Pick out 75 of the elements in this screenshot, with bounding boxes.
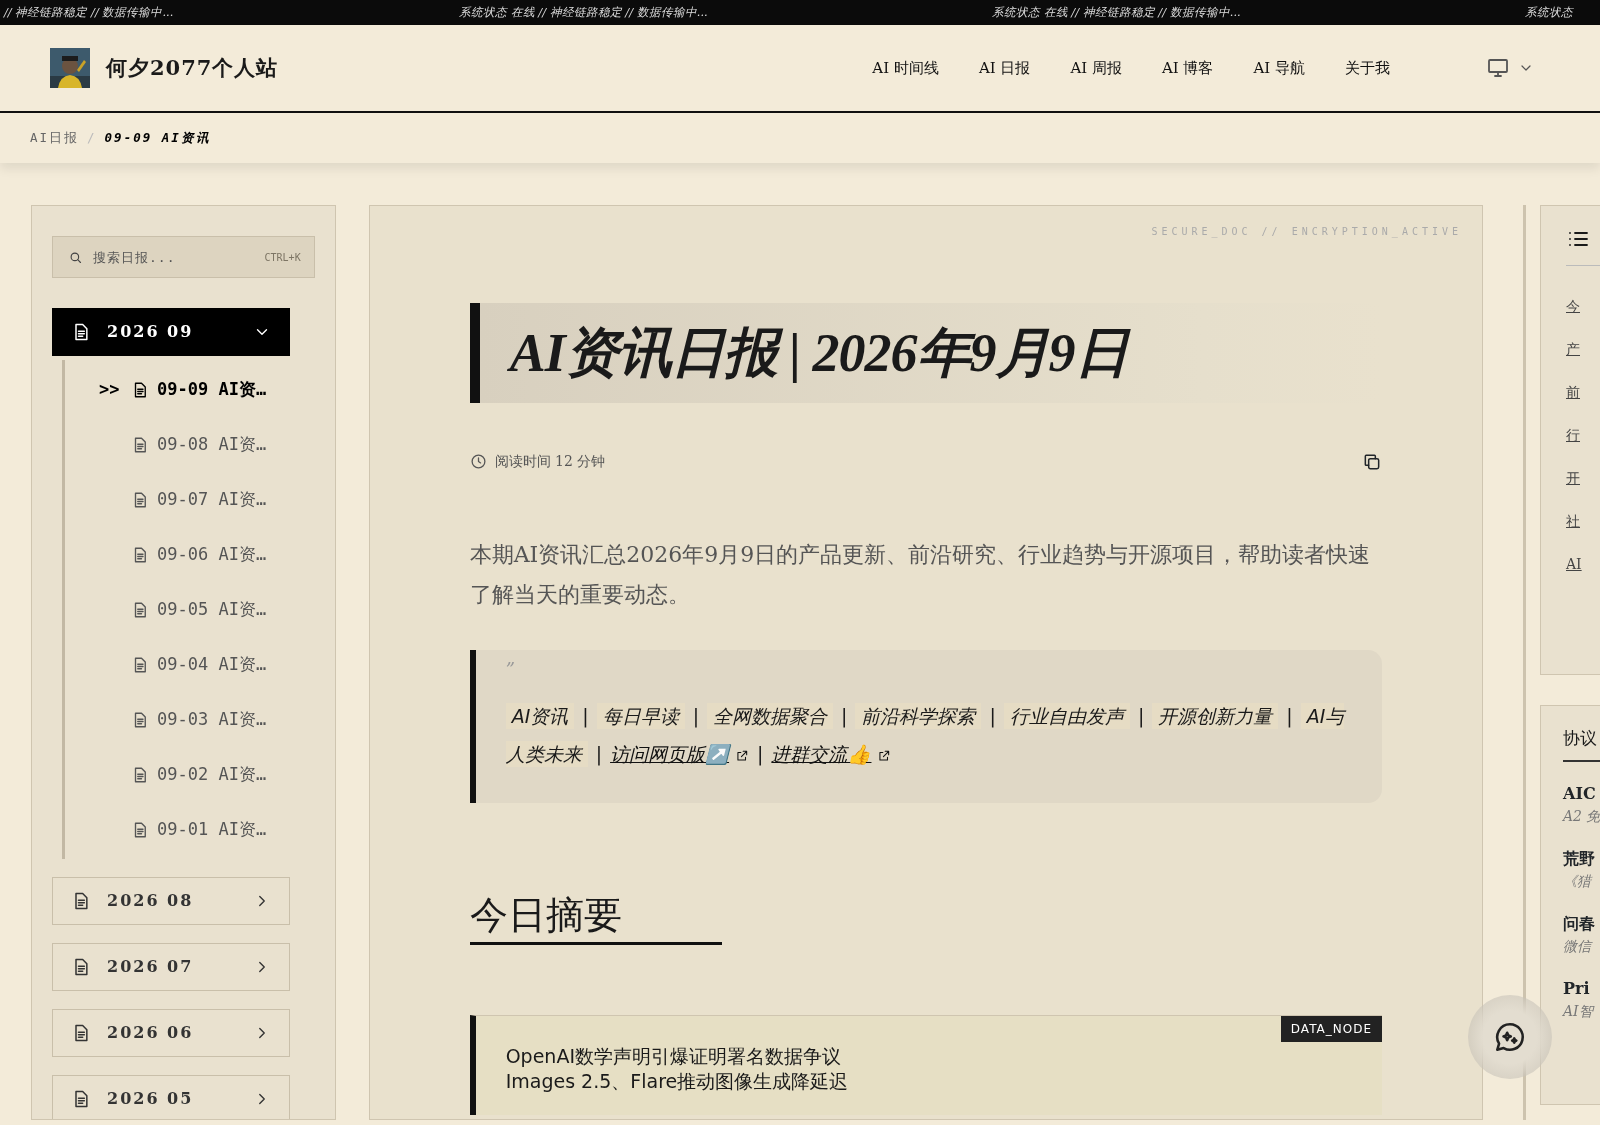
sidebar-item[interactable]: 09-05 AI资…: [65, 582, 315, 637]
separator-text: |: [757, 743, 764, 766]
breadcrumb-link[interactable]: 09-09 AI资讯: [104, 128, 211, 148]
ticker-text: // 神经链路稳定 // 数据传输中...: [2, 3, 175, 21]
tag-text: 行业自由发声: [1003, 703, 1130, 730]
reading-time: 阅读时间 12 分钟: [494, 451, 606, 471]
external-link[interactable]: 访问网页版↗: [610, 743, 750, 766]
sidebar-item[interactable]: 09-01 AI资…: [65, 802, 315, 857]
tag-text: 每日早读: [596, 703, 685, 730]
sidebar-item[interactable]: 09-02 AI资…: [65, 747, 315, 802]
nav-link[interactable]: AI 日报: [978, 56, 1031, 80]
ticker-text: 系统状态 在线 // 神经链路稳定 // 数据传输中...: [459, 3, 709, 21]
sidebar-item[interactable]: >> 09-09 AI资…: [65, 362, 315, 417]
protocol-subtitle: 微信: [1563, 936, 1594, 956]
separator-text: |: [841, 705, 848, 728]
tag-text: 前沿科学探索: [855, 703, 982, 730]
quote-mark: ”: [505, 658, 516, 683]
nav-link[interactable]: AI 周报: [1070, 56, 1122, 80]
sidebar-item[interactable]: 09-08 AI资…: [65, 417, 315, 472]
toc-link[interactable]: 今: [1566, 295, 1596, 339]
summary-paragraph: 本期AI资讯汇总2026年9月9日的产品更新、前沿研究、行业趋势与开源项目，帮助读者快速了解当天的重要动态。: [469, 541, 1372, 609]
month-toggle[interactable]: 2026 06: [52, 1009, 290, 1057]
sidebar-item[interactable]: 09-06 AI资…: [65, 527, 315, 582]
tag-text: 全网数据聚合: [707, 703, 834, 730]
protocol-link[interactable]: 荒野: [1563, 846, 1600, 871]
external-link[interactable]: 进群交流👍: [771, 743, 892, 766]
tag-text: 开源创新力量: [1152, 703, 1279, 730]
data-node-label: DATA_NODE: [1280, 1016, 1382, 1043]
external-link-icon: [877, 748, 892, 763]
sidebar-item[interactable]: 09-07 AI资…: [65, 472, 315, 527]
nav-link[interactable]: AI 导航: [1253, 56, 1305, 80]
month-toggle[interactable]: 2026 07: [52, 943, 290, 991]
site-title[interactable]: 何夕2077个人站: [106, 52, 279, 84]
toc-link[interactable]: 开: [1566, 467, 1596, 511]
protocol-subtitle: 《猎: [1563, 871, 1594, 891]
separator-text: |: [692, 705, 700, 728]
tag-text: AI资讯: [505, 703, 575, 730]
separator-text: |: [989, 705, 996, 728]
protocol-subtitle: AI智: [1563, 1001, 1596, 1021]
sidebar-item[interactable]: 09-03 AI资…: [65, 692, 315, 747]
protocol-link[interactable]: AIC: [1563, 781, 1600, 806]
protocol-link[interactable]: Pri: [1563, 976, 1600, 1001]
clock-icon: [469, 452, 487, 470]
sidebar-item[interactable]: 09-04 AI资…: [65, 637, 315, 692]
toc-link[interactable]: 社: [1566, 510, 1596, 554]
summary-item: OpenAI数学声明引爆证明署名数据争议: [505, 1044, 842, 1070]
toc-link[interactable]: 产: [1566, 338, 1596, 382]
summary-item: Images 2.5、Flare推动图像生成降延迟: [505, 1069, 850, 1094]
breadcrumb-link[interactable]: AI日报: [30, 128, 80, 148]
search-icon: [68, 250, 83, 265]
shortcut-hint: CTRL+K: [264, 251, 301, 265]
external-link-icon: [735, 748, 750, 763]
nav-link[interactable]: AI 时间线: [872, 56, 939, 80]
month-toggle[interactable]: 2026 05: [52, 1075, 290, 1119]
protocol-subtitle: A2 免: [1563, 806, 1600, 826]
breadcrumb-separator: /: [87, 128, 97, 147]
section-heading: 今日摘要: [469, 889, 722, 946]
toc-link[interactable]: 行: [1566, 424, 1596, 468]
separator-text: |: [1286, 705, 1293, 728]
watermark-text: SECURE_DOC // ENCRYPTION_ACTIVE: [1150, 225, 1462, 239]
ticker-text: 系统状态 在线 // 神经链路稳定 // 数据传输中...: [992, 3, 1242, 21]
ticker-text: 系统状态: [1525, 3, 1575, 21]
chat-sparkle-icon: [1493, 1020, 1527, 1054]
protocol-link[interactable]: 问春: [1563, 911, 1600, 936]
month-toggle[interactable]: 2026 09: [52, 308, 290, 356]
toc-link[interactable]: AI: [1566, 553, 1596, 597]
monitor-icon: [1486, 56, 1510, 80]
nav-link[interactable]: 关于我: [1345, 56, 1390, 80]
panel-title: 协议: [1563, 726, 1600, 762]
separator-text: |: [595, 743, 603, 766]
nav-link[interactable]: AI 博客: [1161, 56, 1214, 80]
separator-text: |: [582, 705, 589, 728]
separator-text: |: [1137, 705, 1145, 728]
month-toggle[interactable]: 2026 08: [52, 877, 290, 925]
toc-link[interactable]: 前: [1566, 381, 1596, 425]
